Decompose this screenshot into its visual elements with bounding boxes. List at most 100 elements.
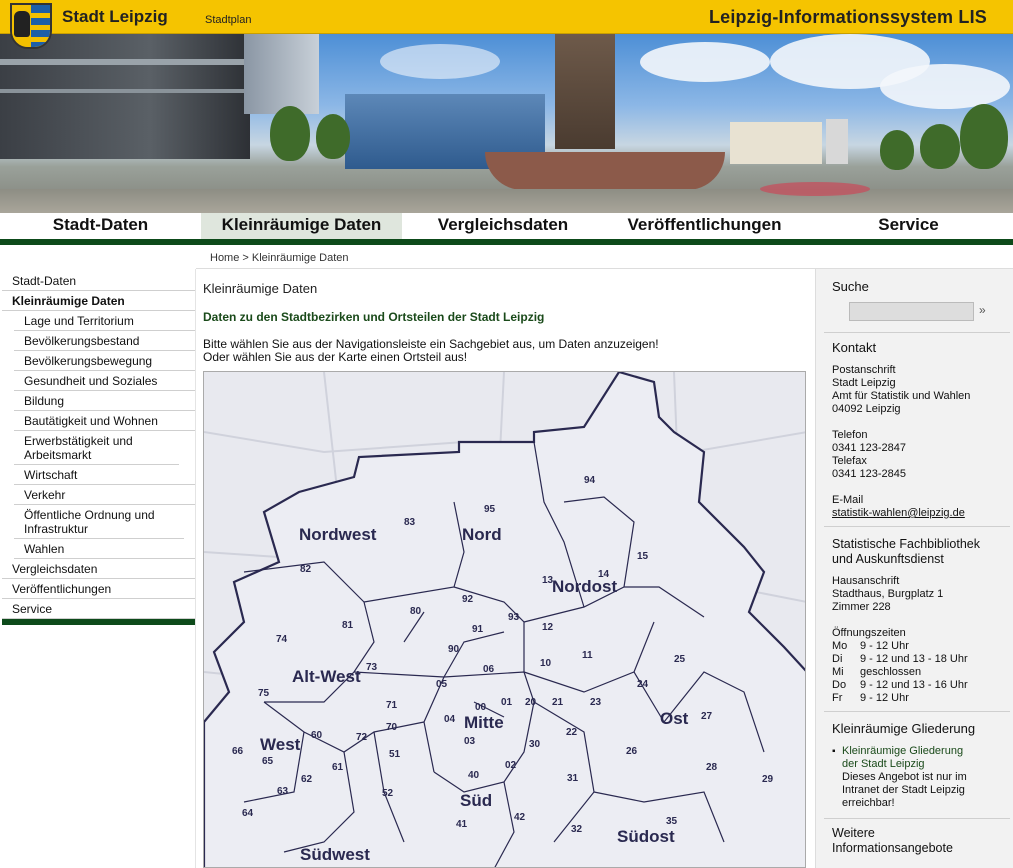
sidebar-item-bevoelkerungsbewegung[interactable]: Bevölkerungsbewegung xyxy=(14,351,195,371)
ortsteil-number[interactable]: 92 xyxy=(462,594,474,605)
email-link[interactable]: statistik-wahlen@leipzig.de xyxy=(832,507,965,519)
ortsteil-number[interactable]: 80 xyxy=(410,606,422,617)
leipzig-crest-logo[interactable] xyxy=(10,3,52,49)
ortsteil-number[interactable]: 61 xyxy=(332,762,344,773)
sidebar-item-lage-territorium[interactable]: Lage und Territorium xyxy=(14,311,195,331)
ortsteil-number[interactable]: 70 xyxy=(386,722,398,733)
gliederung-link[interactable]: Kleinräumige Gliederung xyxy=(842,745,1012,758)
ortsteil-number[interactable]: 27 xyxy=(701,711,713,722)
ortsteil-number[interactable]: 11 xyxy=(582,650,593,661)
sidebar-item-bevoelkerungsbestand[interactable]: Bevölkerungsbestand xyxy=(14,331,195,351)
ortsteil-number[interactable]: 29 xyxy=(762,774,774,785)
ortsteil-number[interactable]: 25 xyxy=(674,654,686,665)
sidebar-item-verkehr[interactable]: Verkehr xyxy=(14,485,195,505)
ortsteil-number[interactable]: 04 xyxy=(444,714,456,725)
ortsteil-number[interactable]: 05 xyxy=(436,679,448,690)
sidebar-item-kleinraeumige-daten[interactable]: Kleinräumige Daten xyxy=(2,291,195,311)
district-label: Alt-West xyxy=(292,667,361,686)
ortsteil-number[interactable]: 24 xyxy=(637,679,649,690)
lion-icon xyxy=(14,11,30,37)
tab-service[interactable]: Service xyxy=(805,213,1011,239)
sidebar-item-erwerbstaetigkeit[interactable]: Erwerbstätigkeit und Arbeitsmarkt xyxy=(14,431,179,465)
ortsteil-number[interactable]: 52 xyxy=(382,788,394,799)
ortsteil-number[interactable]: 75 xyxy=(258,688,270,699)
search-submit-button[interactable]: » xyxy=(979,303,986,317)
breadcrumb: Home > Kleinräumige Daten xyxy=(210,252,349,264)
ortsteil-number[interactable]: 42 xyxy=(514,812,526,823)
ortsteil-number[interactable]: 26 xyxy=(626,746,638,757)
district-label: Mitte xyxy=(464,713,504,732)
ortsteil-number[interactable]: 62 xyxy=(301,774,313,785)
ortsteil-number[interactable]: 14 xyxy=(598,569,610,580)
ortsteil-number[interactable]: 81 xyxy=(342,620,354,631)
sidebar-item-wahlen[interactable]: Wahlen xyxy=(14,539,195,559)
ortsteil-number[interactable]: 91 xyxy=(472,624,484,635)
district-label: Süd xyxy=(460,791,492,810)
page-title: Kleinräumige Daten xyxy=(203,281,318,296)
ortsteil-number[interactable]: 12 xyxy=(542,622,554,633)
ortsteil-number[interactable]: 82 xyxy=(300,564,312,575)
tab-vergleichsdaten[interactable]: Vergleichsdaten xyxy=(402,213,603,239)
ortsteil-number[interactable]: 73 xyxy=(366,662,378,673)
ortsteil-number[interactable]: 90 xyxy=(448,644,460,655)
sidebar-item-veroeffentlichungen[interactable]: Veröffentlichungen xyxy=(2,579,195,599)
ortsteil-number[interactable]: 20 xyxy=(525,697,537,708)
stadtplan-link[interactable]: Stadtplan xyxy=(205,14,251,26)
sidebar-item-bautaetigkeit-wohnen[interactable]: Bautätigkeit und Wohnen xyxy=(14,411,195,431)
ortsteil-number[interactable]: 22 xyxy=(566,727,578,738)
ortsteil-number[interactable]: 65 xyxy=(262,756,274,767)
search-heading: Suche xyxy=(832,279,869,294)
sidebar-item-gesundheit-soziales[interactable]: Gesundheit und Soziales xyxy=(14,371,195,391)
ortsteil-number[interactable]: 03 xyxy=(464,736,476,747)
district-label: Südost xyxy=(617,827,675,846)
ortsteil-number[interactable]: 31 xyxy=(567,773,579,784)
ortsteil-number[interactable]: 15 xyxy=(637,551,649,562)
brand-name[interactable]: Stadt Leipzig xyxy=(62,7,168,27)
district-map[interactable]: Nordwest Nord Nordost Alt-West Mitte Ost… xyxy=(203,371,806,868)
ortsteil-number[interactable]: 71 xyxy=(386,700,398,711)
ortsteil-number[interactable]: 93 xyxy=(508,612,520,623)
ortsteil-number[interactable]: 10 xyxy=(540,658,552,669)
ortsteil-number[interactable]: 64 xyxy=(242,808,254,819)
sidebar-item-service[interactable]: Service xyxy=(2,599,195,619)
tab-veroeffentlichungen[interactable]: Veröffentlichungen xyxy=(603,213,805,239)
breadcrumb-home[interactable]: Home xyxy=(210,252,239,264)
ortsteil-number[interactable]: 83 xyxy=(404,517,416,528)
ortsteil-number[interactable]: 35 xyxy=(666,816,678,827)
ortsteil-number[interactable]: 13 xyxy=(542,575,554,586)
ortsteil-number[interactable]: 32 xyxy=(571,824,583,835)
ortsteil-number[interactable]: 30 xyxy=(529,739,541,750)
sidebar-item-wirtschaft[interactable]: Wirtschaft xyxy=(14,465,195,485)
sidebar-item-stadt-daten[interactable]: Stadt-Daten xyxy=(2,271,195,291)
main-content: Kleinräumige Daten Daten zu den Stadtbez… xyxy=(203,281,808,364)
left-navigation: Stadt-Daten Kleinräumige Daten Lage und … xyxy=(2,271,195,625)
sidebar-item-bildung[interactable]: Bildung xyxy=(14,391,195,411)
search-input[interactable] xyxy=(849,302,974,321)
breadcrumb-current: Kleinräumige Daten xyxy=(251,252,349,264)
ortsteil-number[interactable]: 51 xyxy=(389,749,401,760)
ortsteil-number[interactable]: 72 xyxy=(356,732,368,743)
ortsteil-number[interactable]: 66 xyxy=(232,746,244,757)
library-address: Hausanschrift Stadthaus, Burgplatz 1 Zim… xyxy=(832,575,944,613)
ortsteil-number[interactable]: 00 xyxy=(475,702,487,713)
ortsteil-number[interactable]: 41 xyxy=(456,819,468,830)
ortsteil-number[interactable]: 94 xyxy=(584,475,596,486)
ortsteil-number[interactable]: 60 xyxy=(311,730,323,741)
gliederung-heading: Kleinräumige Gliederung xyxy=(832,721,976,736)
weitere-heading: Weitere Informationsangebote xyxy=(832,826,953,855)
ortsteil-number[interactable]: 21 xyxy=(552,697,564,708)
ortsteil-number[interactable]: 06 xyxy=(483,664,495,675)
main-navigation: Stadt-Daten Kleinräumige Daten Vergleich… xyxy=(0,213,1013,245)
ortsteil-number[interactable]: 02 xyxy=(505,760,517,771)
ortsteil-number[interactable]: 28 xyxy=(706,762,718,773)
ortsteil-number[interactable]: 74 xyxy=(276,634,288,645)
ortsteil-number[interactable]: 01 xyxy=(501,697,513,708)
ortsteil-number[interactable]: 63 xyxy=(277,786,289,797)
sidebar-item-oeffentliche-ordnung[interactable]: Öffentliche Ordnung und Infrastruktur xyxy=(14,505,184,539)
ortsteil-number[interactable]: 95 xyxy=(484,504,496,515)
tab-stadt-daten[interactable]: Stadt-Daten xyxy=(0,213,200,239)
ortsteil-number[interactable]: 40 xyxy=(468,770,480,781)
ortsteil-number[interactable]: 23 xyxy=(590,697,602,708)
tab-kleinraeumige-daten[interactable]: Kleinräumige Daten xyxy=(200,213,402,239)
sidebar-item-vergleichsdaten[interactable]: Vergleichsdaten xyxy=(2,559,195,579)
